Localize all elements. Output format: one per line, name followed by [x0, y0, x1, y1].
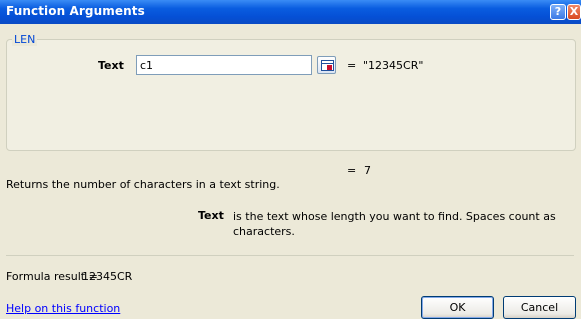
argument-help-text: is the text whose length you want to fin…	[233, 210, 556, 238]
argument-equals: =	[347, 59, 357, 72]
argument-help-label: Text	[198, 209, 224, 222]
arrow-icon	[327, 65, 332, 70]
function-result: 7	[364, 164, 371, 177]
close-icon[interactable]: X	[567, 4, 581, 20]
dialog-body: LEN Text = "12345CR" = 7 Returns the num…	[0, 24, 581, 319]
formula-result-value: 12345CR	[82, 270, 133, 283]
function-name: LEN	[12, 33, 38, 46]
ok-button[interactable]: OK	[421, 296, 494, 319]
title-bar: Function Arguments ? X	[0, 0, 581, 24]
window-title: Function Arguments	[6, 4, 145, 18]
divider	[6, 255, 574, 256]
cancel-button[interactable]: Cancel	[503, 296, 576, 319]
help-icon[interactable]: ?	[550, 4, 566, 20]
result-equals: =	[347, 164, 357, 177]
argument-result: "12345CR"	[363, 59, 424, 72]
help-on-function-link[interactable]: Help on this function	[6, 302, 120, 315]
collapse-dialog-icon[interactable]	[317, 56, 336, 74]
function-description: Returns the number of characters in a te…	[6, 178, 280, 191]
text-argument-input[interactable]	[136, 55, 312, 75]
argument-label: Text	[98, 59, 124, 72]
